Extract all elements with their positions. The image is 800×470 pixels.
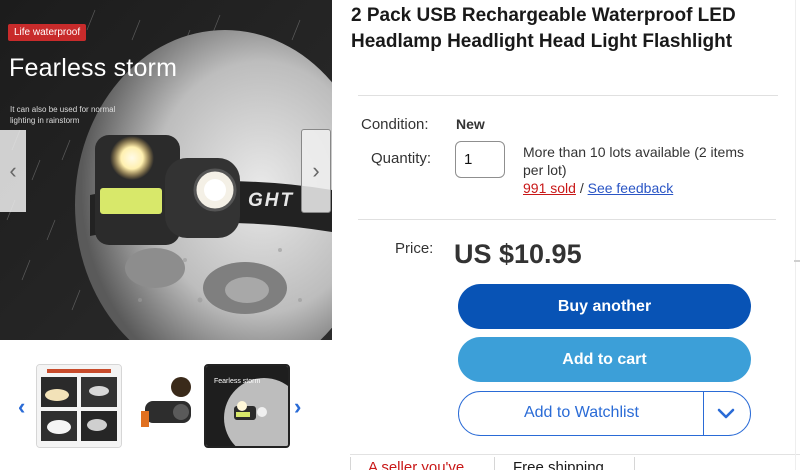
scroll-marker (794, 260, 800, 262)
button-separator (703, 392, 704, 435)
sold-count-link[interactable]: 991 sold (523, 180, 576, 196)
tab-shipping[interactable]: Free shipping (513, 459, 604, 470)
condition-value: New (456, 116, 485, 132)
thumbnail-caption: Fearless storm (214, 378, 261, 385)
thumbs-prev-button[interactable]: ‹ (18, 394, 25, 420)
tab-separator (350, 457, 351, 470)
price-value: US $10.95 (454, 239, 582, 269)
main-product-image[interactable]: Life waterproof Fearless storm It can al… (0, 0, 332, 340)
tab-separator (634, 457, 635, 470)
scroll-edge (795, 0, 796, 470)
divider (358, 219, 776, 220)
add-to-cart-button[interactable]: Add to cart (458, 337, 751, 382)
see-feedback-link[interactable]: See feedback (588, 180, 674, 196)
chevron-right-icon: › (312, 158, 320, 183)
add-to-watchlist-button[interactable]: Add to Watchlist (458, 391, 751, 436)
quantity-input[interactable] (455, 141, 505, 178)
separator: / (579, 180, 584, 196)
thumbnail-3[interactable]: Fearless storm (204, 364, 290, 448)
chevron-left-icon: ‹ (18, 394, 26, 419)
thumbnail-2[interactable] (122, 364, 208, 448)
chevron-left-icon: ‹ (9, 158, 17, 183)
availability-text: More than 10 lots available (2 items per… (523, 144, 744, 178)
watchlist-label: Add to Watchlist (523, 404, 639, 421)
thumbs-next-button[interactable]: › (294, 394, 301, 420)
condition-label: Condition: (361, 116, 429, 133)
quantity-label: Quantity: (371, 150, 432, 167)
divider (358, 95, 778, 96)
chevron-down-icon[interactable] (715, 404, 737, 424)
listing-title: 2 Pack USB Rechargeable Waterproof LED H… (351, 5, 736, 52)
tab-separator (494, 457, 495, 470)
sold-feedback-line: 991 sold / See feedback (523, 180, 673, 196)
hero-badge: Life waterproof (8, 24, 87, 41)
info-tabs: A seller you've Free shipping (350, 454, 800, 470)
price-label: Price: (395, 240, 434, 257)
hero-headline: Fearless storm (9, 54, 178, 82)
buy-another-button[interactable]: Buy another (458, 284, 751, 329)
image-next-button[interactable]: › (301, 129, 331, 213)
thumbnail-image (37, 365, 121, 447)
thumbnail-image (123, 365, 207, 447)
image-prev-button[interactable]: ‹ (0, 130, 26, 212)
strap-text: GHT (248, 190, 295, 211)
headlamp-photo (0, 0, 332, 340)
hero-subtext: It can also be used for normal lighting … (10, 105, 116, 125)
thumbnail-1[interactable] (36, 364, 122, 448)
chevron-right-icon: › (294, 394, 302, 419)
tab-seller[interactable]: A seller you've (368, 459, 464, 470)
